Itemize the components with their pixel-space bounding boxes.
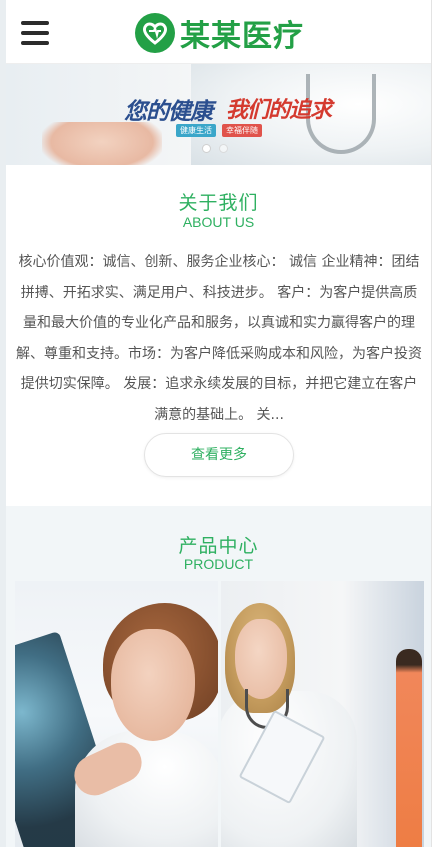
doctor-face-shape bbox=[235, 619, 287, 699]
banner-dot[interactable] bbox=[219, 144, 228, 153]
product-card-doctor-clipboard[interactable] bbox=[221, 581, 424, 847]
about-section: 关于我们 ABOUT US 核心价值观：诚信、创新、服务企业核心： 诚信 企业精… bbox=[6, 165, 431, 506]
banner-slogan-right: 我们的追求 bbox=[226, 97, 332, 123]
product-title: 产品中心 bbox=[178, 535, 259, 557]
logo-text: 某某医疗 bbox=[180, 19, 304, 54]
about-subtitle: ABOUT US bbox=[182, 214, 255, 230]
banner-tag: 幸福伴随 bbox=[222, 124, 262, 137]
banner-dot-active[interactable] bbox=[202, 144, 211, 153]
banner-slogan-left: 您的健康 bbox=[124, 98, 213, 125]
heart-leaf-logo-icon bbox=[135, 13, 175, 53]
product-section: 产品中心 PRODUCT bbox=[6, 506, 431, 847]
view-more-button[interactable]: 查看更多 bbox=[144, 433, 294, 477]
banner-tags: 健康生活 幸福伴随 bbox=[176, 124, 262, 137]
hamburger-menu-icon[interactable] bbox=[21, 21, 49, 45]
product-subtitle: PRODUCT bbox=[183, 556, 254, 572]
nurse-background-shape bbox=[396, 649, 422, 847]
banner-pagination bbox=[202, 144, 228, 153]
site-logo[interactable]: 某某医疗 bbox=[134, 12, 304, 54]
site-header: 某某医疗 bbox=[6, 0, 431, 64]
product-card-doctor-xray[interactable] bbox=[15, 581, 218, 847]
about-body-text: 核心价值观：诚信、创新、服务企业核心： 诚信 企业精神：团结拼搏、开拓求实、满足… bbox=[16, 254, 422, 423]
about-title: 关于我们 bbox=[178, 192, 259, 214]
banner-hand-shape bbox=[42, 122, 162, 165]
banner-tag: 健康生活 bbox=[176, 124, 216, 137]
doctor-face-shape bbox=[111, 629, 195, 741]
hero-banner[interactable]: 您的健康 我们的追求 健康生活 幸福伴随 bbox=[6, 64, 431, 165]
